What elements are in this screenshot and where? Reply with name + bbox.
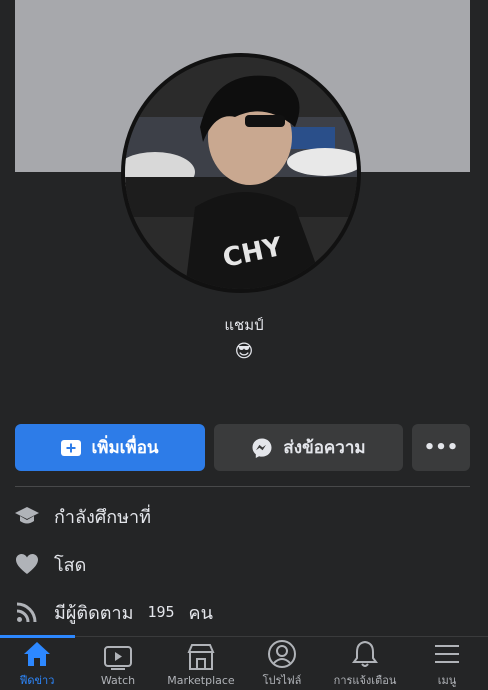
- studying-text: กำลังศึกษาที่: [54, 506, 151, 528]
- bottom-tab-bar: ฟีดข่าว Watch Marketplace โปรไฟล์ การแจ้…: [0, 635, 488, 690]
- followers-prefix: มีผู้ติดตาม: [54, 602, 134, 624]
- add-friend-label: เพิ่มเพื่อน: [91, 438, 159, 458]
- graduation-cap-icon: [14, 503, 40, 529]
- tab-label: Watch: [100, 673, 136, 687]
- tab-marketplace[interactable]: Marketplace: [160, 637, 242, 690]
- info-studying: กำลังศึกษาที่: [14, 492, 474, 540]
- message-label: ส่งข้อความ: [283, 438, 366, 458]
- info-followers[interactable]: มีผู้ติดตาม 195 คน: [14, 588, 474, 636]
- bell-icon: [352, 640, 378, 667]
- section-divider: [15, 486, 470, 487]
- video-icon: [104, 645, 132, 670]
- add-friend-button[interactable]: เพิ่มเพื่อน: [15, 424, 205, 471]
- tab-news-feed[interactable]: ฟีดข่าว: [4, 637, 70, 690]
- add-friend-icon: [61, 439, 82, 456]
- tab-label: Marketplace: [167, 673, 235, 687]
- followers-suffix: คน: [188, 602, 213, 624]
- tab-profile[interactable]: โปรไฟล์: [252, 637, 312, 690]
- tab-label: เมนู: [437, 674, 457, 687]
- profile-bio-emoji: 😎: [234, 341, 254, 362]
- relationship-text: โสด: [54, 554, 87, 576]
- profile-icon: [268, 640, 296, 668]
- profile-picture[interactable]: CHY: [121, 53, 361, 293]
- profile-intro: กำลังศึกษาที่ โสด มีผู้ติดตาม 195 คน: [14, 492, 474, 636]
- tab-notifications[interactable]: การแจ้งเตือน: [326, 637, 404, 690]
- tab-label: โปรไฟล์: [262, 674, 302, 687]
- tab-watch[interactable]: Watch: [86, 637, 150, 690]
- heart-icon: [14, 551, 40, 577]
- more-icon: •••: [423, 437, 459, 458]
- profile-actions: เพิ่มเพื่อน ส่งข้อความ •••: [15, 424, 470, 471]
- shop-icon: [187, 643, 215, 670]
- rss-icon: [14, 599, 40, 625]
- more-options-button[interactable]: •••: [412, 424, 470, 471]
- message-button[interactable]: ส่งข้อความ: [214, 424, 403, 471]
- menu-icon: [435, 645, 459, 663]
- tab-label: การแจ้งเตือน: [333, 674, 397, 687]
- profile-name: แชมป์: [224, 316, 264, 334]
- followers-count: 195: [147, 603, 175, 621]
- messenger-icon: [252, 438, 272, 458]
- tab-label: ฟีดข่าว: [19, 674, 55, 687]
- profile-photo-image: CHY: [125, 57, 357, 289]
- home-icon: [24, 642, 50, 666]
- tab-menu[interactable]: เมนู: [418, 637, 476, 690]
- info-relationship: โสด: [14, 540, 474, 588]
